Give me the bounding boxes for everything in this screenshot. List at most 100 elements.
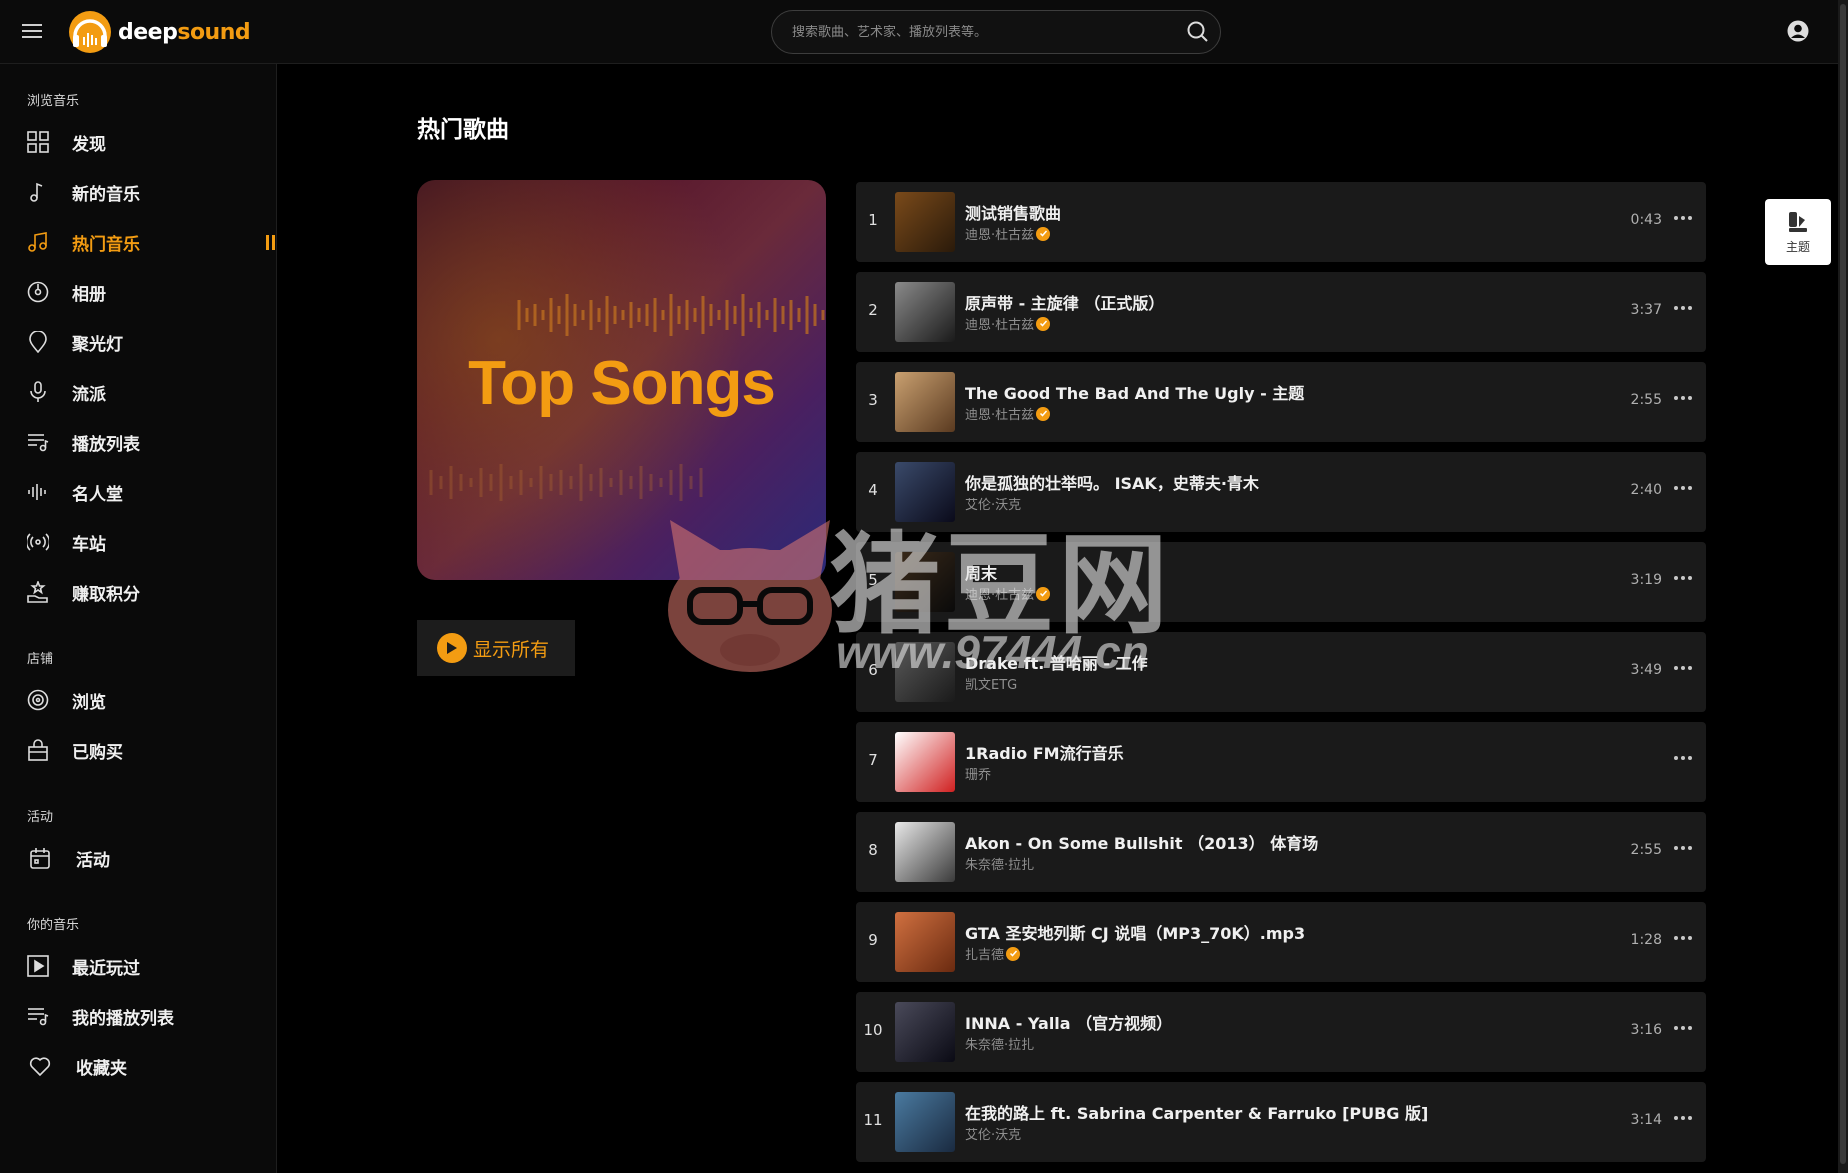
song-artist[interactable]: 迪恩·杜古兹	[965, 314, 1051, 333]
song-title[interactable]: 原声带 - 主旋律 （正式版）	[965, 290, 1164, 314]
song-artist[interactable]: 艾伦·沃克	[965, 1124, 1021, 1143]
sidebar-item-new-music[interactable]: 新的音乐	[0, 170, 277, 214]
song-title[interactable]: 在我的路上 ft. Sabrina Carpenter & Farruko [P…	[965, 1100, 1428, 1124]
more-options-icon[interactable]	[1672, 388, 1694, 408]
scrollbar[interactable]	[1838, 0, 1848, 1173]
sidebar-item-earn-points[interactable]: 赚取积分	[0, 570, 277, 614]
more-options-icon[interactable]	[1672, 928, 1694, 948]
song-row[interactable]: 1 测试销售歌曲 迪恩·杜古兹 0:43	[856, 182, 1706, 262]
song-artist-name[interactable]: 艾伦·沃克	[965, 1124, 1021, 1143]
sidebar-item-stations[interactable]: 车站	[0, 520, 277, 564]
sidebar-item-genres[interactable]: 流派	[0, 370, 277, 414]
song-thumbnail[interactable]	[895, 912, 955, 972]
scrollbar-thumb[interactable]	[1840, 4, 1846, 1164]
logo[interactable]: deepsound	[66, 9, 251, 55]
song-thumbnail[interactable]	[895, 282, 955, 342]
sidebar-item-label: 热门音乐	[72, 234, 140, 255]
sidebar-item-playlists[interactable]: 播放列表	[0, 420, 277, 464]
song-artist-name[interactable]: 朱奈德·拉扎	[965, 854, 1034, 873]
song-artist-name[interactable]: 迪恩·杜古兹	[965, 314, 1034, 333]
song-artist[interactable]: 扎吉德	[965, 944, 1021, 963]
verified-badge-icon	[1036, 226, 1051, 241]
watermark-pig-logo	[668, 520, 832, 672]
search-icon[interactable]	[1176, 10, 1220, 54]
song-row[interactable]: 3 The Good The Bad And The Ugly - 主题 迪恩·杜古…	[856, 362, 1706, 442]
sidebar-item-top-music[interactable]: 热门音乐	[0, 220, 277, 264]
song-thumbnail[interactable]	[895, 1002, 955, 1062]
show-all-label: 显示所有	[473, 638, 550, 661]
bag-icon	[26, 738, 50, 762]
song-artist-name[interactable]: 珊乔	[965, 764, 991, 783]
watermark-url: www.97444.cn	[836, 626, 1149, 678]
sidebar-item-discover[interactable]: 发现	[0, 120, 277, 164]
song-title[interactable]: 测试销售歌曲	[965, 200, 1061, 224]
sidebar-item-favorites[interactable]: 收藏夹	[0, 1044, 277, 1088]
song-row[interactable]: 10 INNA - Yalla （官方视频） 朱奈德·拉扎 3:16	[856, 992, 1706, 1072]
calendar-icon	[28, 846, 52, 870]
song-title[interactable]: 你是孤独的壮举吗。 ISAK，史蒂夫·青木	[965, 470, 1259, 494]
hamburger-menu-icon[interactable]	[22, 20, 46, 42]
more-options-icon[interactable]	[1672, 1108, 1694, 1128]
points-icon	[26, 580, 50, 604]
song-duration: 3:19	[1630, 572, 1662, 588]
sidebar-item-label: 车站	[72, 534, 106, 555]
song-thumbnail[interactable]	[895, 192, 955, 252]
song-row[interactable]: 7 1Radio FM流行音乐 珊乔	[856, 722, 1706, 802]
song-artist[interactable]: 迪恩·杜古兹	[965, 224, 1051, 243]
user-account-icon[interactable]	[1786, 19, 1810, 43]
more-options-icon[interactable]	[1672, 478, 1694, 498]
more-options-icon[interactable]	[1672, 1018, 1694, 1038]
top-bar: deepsound	[0, 0, 1848, 64]
song-title[interactable]: The Good The Bad And The Ugly - 主题	[965, 380, 1304, 404]
song-artist[interactable]: 朱奈德·拉扎	[965, 854, 1034, 873]
search-input[interactable]	[772, 24, 1176, 40]
song-row[interactable]: 8 Akon - On Some Bullshit （2013） 体育场 朱奈德·拉…	[856, 812, 1706, 892]
search-bar	[771, 10, 1221, 54]
sidebar-item-browse[interactable]: 浏览	[0, 678, 277, 722]
play-square-icon	[26, 954, 50, 978]
more-options-icon[interactable]	[1672, 838, 1694, 858]
song-title[interactable]: GTA 圣安地列斯 CJ 说唱（MP3_70K）.mp3	[965, 920, 1305, 944]
song-title[interactable]: INNA - Yalla （官方视频）	[965, 1010, 1172, 1034]
sidebar: 浏览音乐 发现 新的音乐 热门音乐 相册 聚光灯 流派 播放列表 名人堂 车站 …	[0, 64, 277, 1173]
song-number: 2	[868, 301, 878, 319]
show-all-button[interactable]: 显示所有	[417, 620, 575, 676]
sidebar-item-my-playlists[interactable]: 我的播放列表	[0, 994, 277, 1038]
more-options-icon[interactable]	[1672, 748, 1694, 768]
sidebar-item-albums[interactable]: 相册	[0, 270, 277, 314]
sidebar-item-purchased[interactable]: 已购买	[0, 728, 277, 772]
song-artist[interactable]: 迪恩·杜古兹	[965, 404, 1051, 423]
song-thumbnail[interactable]	[895, 732, 955, 792]
sidebar-item-events[interactable]: 活动	[0, 836, 277, 880]
song-row[interactable]: 11 在我的路上 ft. Sabrina Carpenter & Farruko …	[856, 1082, 1706, 1162]
song-artist-name[interactable]: 朱奈德·拉扎	[965, 1034, 1034, 1053]
playlist-icon	[26, 430, 50, 454]
sidebar-item-recently-played[interactable]: 最近玩过	[0, 944, 277, 988]
cover-waveform-reflection-icon	[429, 464, 703, 501]
song-thumbnail[interactable]	[895, 372, 955, 432]
sidebar-item-spotlight[interactable]: 聚光灯	[0, 320, 277, 364]
song-artist-name[interactable]: 迪恩·杜古兹	[965, 224, 1034, 243]
song-row[interactable]: 9 GTA 圣安地列斯 CJ 说唱（MP3_70K）.mp3 扎吉德 1:28	[856, 902, 1706, 982]
sidebar-item-label: 相册	[72, 284, 106, 305]
song-title[interactable]: 1Radio FM流行音乐	[965, 740, 1124, 764]
verified-badge-icon	[1006, 946, 1021, 961]
song-thumbnail[interactable]	[895, 1092, 955, 1152]
song-artist[interactable]: 朱奈德·拉扎	[965, 1034, 1034, 1053]
theme-button[interactable]: 主题	[1765, 199, 1831, 265]
sidebar-item-label: 我的播放列表	[72, 1008, 174, 1029]
more-options-icon[interactable]	[1672, 298, 1694, 318]
song-artist-name[interactable]: 迪恩·杜古兹	[965, 404, 1034, 423]
song-thumbnail[interactable]	[895, 822, 955, 882]
more-options-icon[interactable]	[1672, 568, 1694, 588]
song-artist-name[interactable]: 扎吉德	[965, 944, 1004, 963]
song-title[interactable]: Akon - On Some Bullshit （2013） 体育场	[965, 830, 1318, 854]
song-duration: 3:14	[1630, 1112, 1662, 1128]
sidebar-item-hall-of-fame[interactable]: 名人堂	[0, 470, 277, 514]
logo-text-deep: deep	[118, 19, 178, 45]
more-options-icon[interactable]	[1672, 658, 1694, 678]
more-options-icon[interactable]	[1672, 208, 1694, 228]
sidebar-item-label: 新的音乐	[72, 184, 140, 205]
song-artist[interactable]: 珊乔	[965, 764, 991, 783]
song-row[interactable]: 2 原声带 - 主旋律 （正式版） 迪恩·杜古兹 3:37	[856, 272, 1706, 352]
